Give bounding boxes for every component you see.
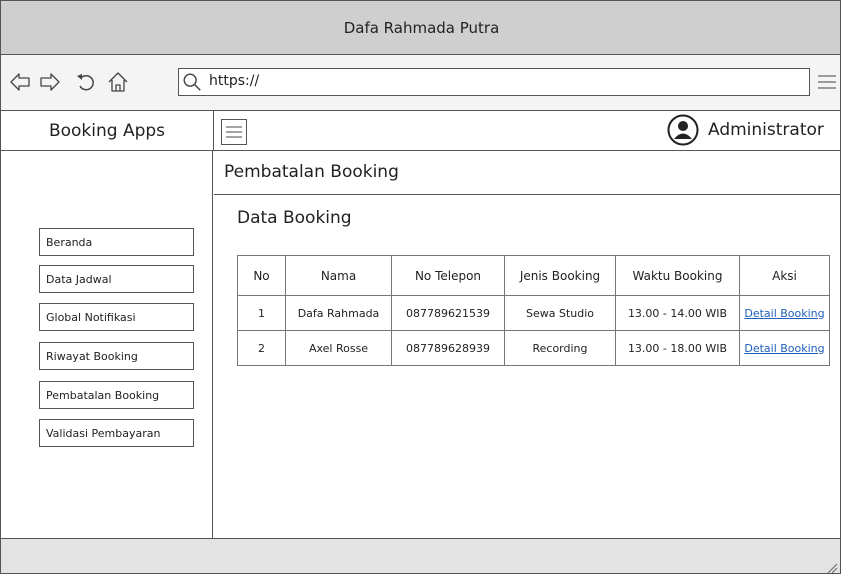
column-header: No Telepon xyxy=(391,255,505,296)
forward-arrow-icon[interactable] xyxy=(37,69,63,95)
cell-telepon: 087789621539 xyxy=(391,295,505,331)
cell-telepon: 087789628939 xyxy=(391,330,505,366)
sidebar-item-beranda[interactable]: Beranda xyxy=(39,228,194,256)
browser-window: Dafa Rahmada Putra https:// Booking Apps xyxy=(0,0,841,574)
resize-grip-icon[interactable] xyxy=(826,559,838,573)
cell-aksi: Detail Booking xyxy=(739,330,830,366)
cell-no: 1 xyxy=(237,295,286,331)
detail-booking-link[interactable]: Detail Booking xyxy=(744,307,824,320)
column-header: No xyxy=(237,255,286,296)
sidebar-item-data-jadwal[interactable]: Data Jadwal xyxy=(39,265,194,293)
booking-table: No Nama No Telepon Jenis Booking Waktu B… xyxy=(237,255,830,366)
table-header-row: No Nama No Telepon Jenis Booking Waktu B… xyxy=(237,255,830,296)
cell-nama: Axel Rosse xyxy=(285,330,392,366)
menu-icon xyxy=(226,126,242,138)
status-bar xyxy=(1,538,840,573)
sidebar-item-riwayat-booking[interactable]: Riwayat Booking xyxy=(39,342,194,370)
table-row: 1 Dafa Rahmada 087789621539 Sewa Studio … xyxy=(237,295,830,331)
sidebar-item-global-notifikasi[interactable]: Global Notifikasi xyxy=(39,303,194,331)
cell-jenis: Sewa Studio xyxy=(504,295,616,331)
page-title: Pembatalan Booking xyxy=(224,162,399,182)
app-brand: Booking Apps xyxy=(1,111,213,151)
url-input[interactable]: https:// xyxy=(178,68,810,96)
reload-icon[interactable] xyxy=(73,69,99,95)
window-titlebar: Dafa Rahmada Putra xyxy=(1,1,840,55)
window-title: Dafa Rahmada Putra xyxy=(343,18,500,37)
section-title: Data Booking xyxy=(237,208,352,228)
url-text: https:// xyxy=(209,73,260,89)
hamburger-menu-icon[interactable] xyxy=(816,71,838,93)
sidebar-toggle-button[interactable] xyxy=(221,119,247,145)
search-icon xyxy=(181,71,203,93)
back-arrow-icon[interactable] xyxy=(7,69,33,95)
page-header: Pembatalan Booking xyxy=(214,151,840,195)
app-name: Booking Apps xyxy=(48,120,166,141)
detail-booking-link[interactable]: Detail Booking xyxy=(744,342,824,355)
cell-waktu: 13.00 - 14.00 WIB xyxy=(615,295,740,331)
column-header: Waktu Booking xyxy=(615,255,740,296)
sidebar-item-pembatalan-booking[interactable]: Pembatalan Booking xyxy=(39,381,194,409)
browser-toolbar: https:// xyxy=(1,55,840,111)
sidebar-item-validasi-pembayaran[interactable]: Validasi Pembayaran xyxy=(39,419,194,447)
cell-jenis: Recording xyxy=(504,330,616,366)
user-avatar-icon[interactable] xyxy=(666,113,700,147)
column-header: Nama xyxy=(285,255,392,296)
cell-waktu: 13.00 - 18.00 WIB xyxy=(615,330,740,366)
home-icon[interactable] xyxy=(105,69,131,95)
cell-no: 2 xyxy=(237,330,286,366)
cell-aksi: Detail Booking xyxy=(739,295,830,331)
user-name[interactable]: Administrator xyxy=(708,120,824,140)
column-header: Aksi xyxy=(739,255,830,296)
cell-nama: Dafa Rahmada xyxy=(285,295,392,331)
table-row: 2 Axel Rosse 087789628939 Recording 13.0… xyxy=(237,330,830,366)
column-header: Jenis Booking xyxy=(504,255,616,296)
app-topbar: Administrator xyxy=(214,111,840,151)
